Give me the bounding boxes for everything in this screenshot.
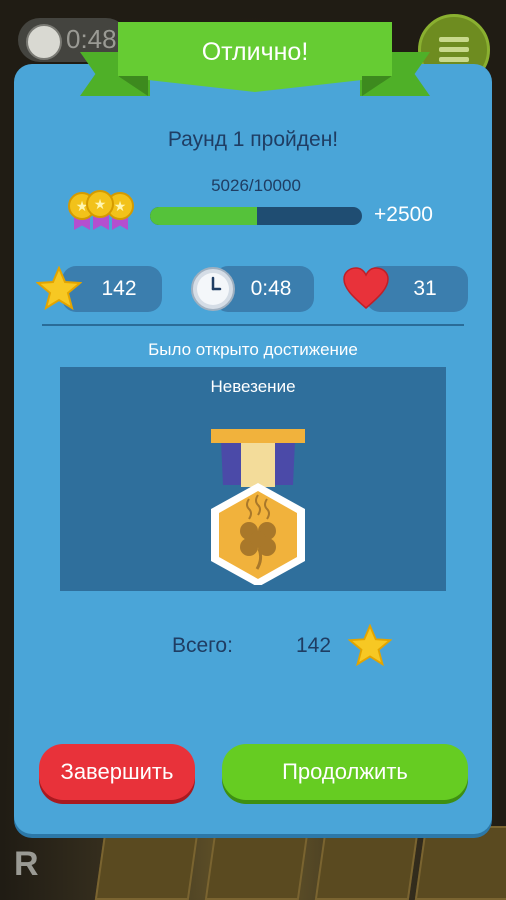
stars-value: 142 xyxy=(101,277,137,300)
unlucky-clover-medal-icon xyxy=(211,429,305,585)
background-letter-tile: R xyxy=(14,845,39,883)
achievement-card: Невезение xyxy=(60,367,446,591)
heart-icon xyxy=(342,266,390,315)
score-progress-text: 5026/10000 xyxy=(211,176,301,195)
section-divider xyxy=(42,324,464,326)
star-icon xyxy=(35,265,83,315)
lives-value: 31 xyxy=(413,277,437,300)
score-progress-bar xyxy=(150,207,362,225)
total-value: 142 xyxy=(296,634,332,657)
score-bonus: +2500 xyxy=(374,203,433,226)
background-clock-icon xyxy=(26,24,62,60)
score-progress-fill xyxy=(150,207,257,225)
time-value: 0:48 xyxy=(250,277,292,300)
three-medals-icon: ★ ★ ★ xyxy=(68,190,134,240)
clock-icon xyxy=(190,266,236,317)
finish-button[interactable]: Завершить xyxy=(39,744,195,800)
round-status-text: Раунд 1 пройден! xyxy=(167,128,339,151)
total-star-icon xyxy=(347,623,393,671)
achievement-header: Было открыто достижение xyxy=(148,340,358,359)
title-ribbon: Отлично! xyxy=(80,22,430,102)
continue-button[interactable]: Продолжить xyxy=(222,744,468,800)
total-label: Всего: xyxy=(172,634,233,657)
achievement-name: Невезение xyxy=(210,377,296,396)
dialog-title: Отлично! xyxy=(201,38,309,66)
